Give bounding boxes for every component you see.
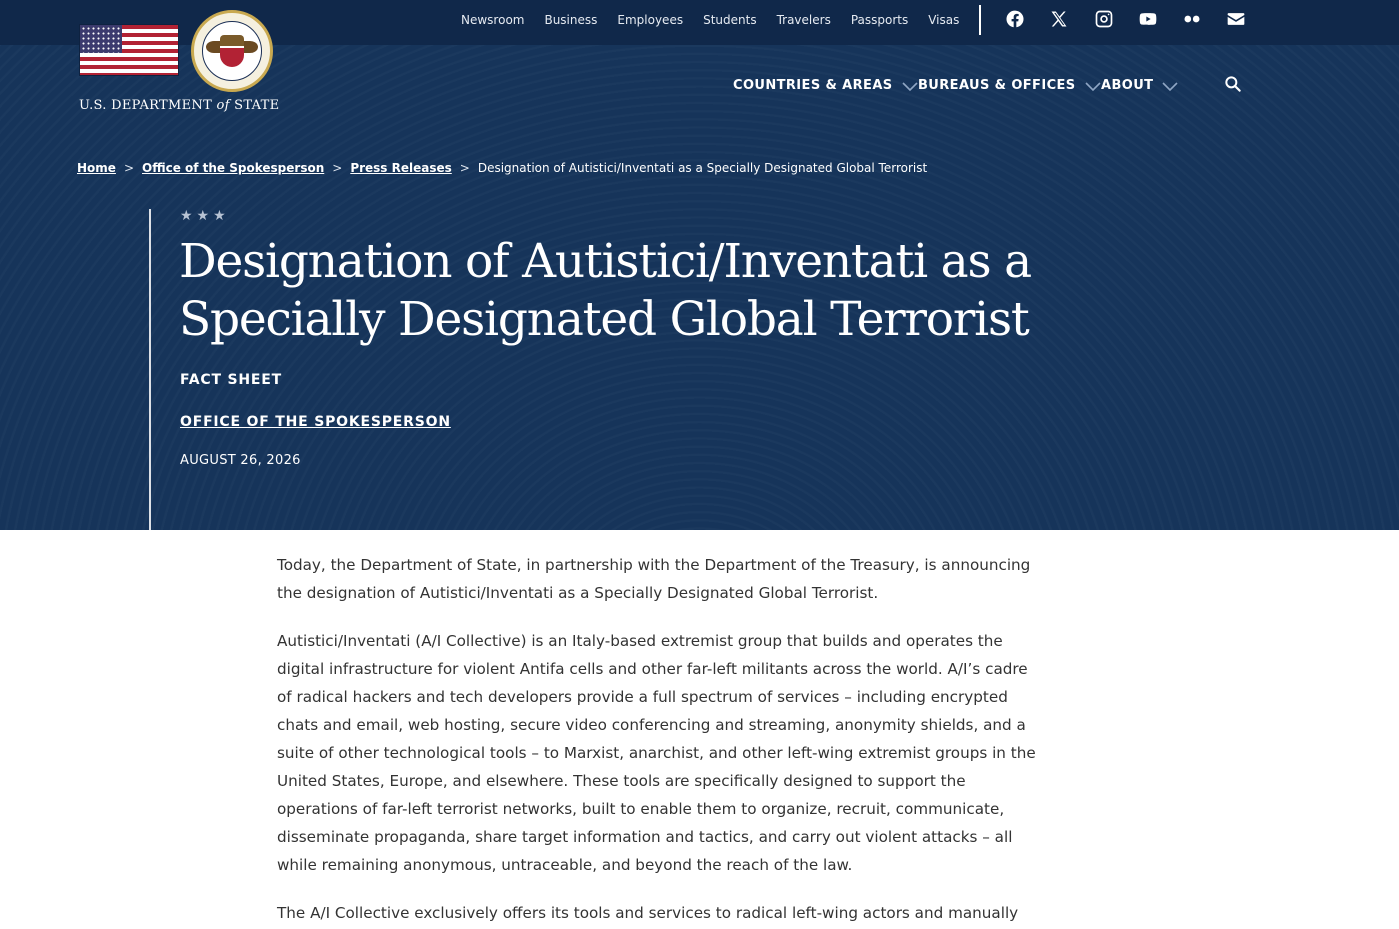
flickr-icon[interactable]: [1182, 9, 1202, 29]
document-type: FACT SHEET: [180, 372, 282, 388]
nav-about-label: ABOUT: [1101, 78, 1154, 93]
breadcrumb-separator: >: [123, 161, 134, 175]
email-icon[interactable]: [1226, 9, 1246, 29]
publish-date: AUGUST 26, 2026: [180, 453, 301, 468]
nav-bureaus-offices-label: BUREAUS & OFFICES: [918, 78, 1076, 93]
breadcrumb-home[interactable]: Home: [77, 161, 116, 175]
article-paragraph: Today, the Department of State, in partn…: [277, 556, 1031, 602]
article-body: Today, the Department of State, in partn…: [277, 551, 1037, 929]
x-icon[interactable]: [1049, 9, 1069, 29]
utility-link-business[interactable]: Business: [544, 12, 597, 28]
chevron-down-icon: [1084, 81, 1101, 91]
utility-link-students[interactable]: Students: [703, 12, 757, 28]
search-icon[interactable]: [1223, 74, 1243, 94]
breadcrumb-separator: >: [332, 161, 343, 175]
utility-link-passports[interactable]: Passports: [851, 12, 908, 28]
utility-link-visas[interactable]: Visas: [928, 12, 959, 28]
department-seal-icon: [191, 10, 273, 92]
breadcrumb-separator: >: [459, 161, 470, 175]
logo-text-suffix: STATE: [234, 98, 280, 113]
facebook-icon[interactable]: [1005, 9, 1025, 29]
logo-text-prefix: U.S. DEPARTMENT: [79, 98, 213, 113]
stars-icon: ★★★: [180, 208, 230, 224]
utility-link-travelers[interactable]: Travelers: [777, 12, 831, 28]
utility-nav: Newsroom Business Employees Students Tra…: [461, 12, 979, 28]
instagram-icon[interactable]: [1094, 9, 1114, 29]
nav-bureaus-offices[interactable]: BUREAUS & OFFICES: [918, 78, 1101, 93]
nav-countries-areas[interactable]: COUNTRIES & AREAS: [733, 78, 918, 93]
breadcrumb-current: Designation of Autistici/Inventati as a …: [477, 161, 928, 175]
breadcrumb: Home > Office of the Spokesperson > Pres…: [77, 161, 927, 175]
office-link[interactable]: OFFICE OF THE SPOKESPERSON: [180, 414, 451, 430]
chevron-down-icon: [901, 81, 918, 91]
page-title: Designation of Autistici/Inventati as a …: [179, 234, 1032, 347]
nav-about[interactable]: ABOUT: [1101, 78, 1179, 93]
title-accent-rule: [149, 209, 151, 530]
nav-countries-areas-label: COUNTRIES & AREAS: [733, 78, 893, 93]
us-flag-icon: [79, 24, 179, 76]
utility-link-newsroom[interactable]: Newsroom: [461, 12, 524, 28]
utility-divider: [979, 5, 981, 35]
breadcrumb-press-releases[interactable]: Press Releases: [350, 161, 451, 175]
site-logo[interactable]: U.S. DEPARTMENT of STATE: [79, 10, 279, 118]
logo-wordmark: U.S. DEPARTMENT of STATE: [79, 98, 279, 113]
article-paragraph: Autistici/Inventati (A/I Collective) is …: [277, 632, 1036, 874]
logo-text-of: of: [216, 98, 230, 113]
chevron-down-icon: [1162, 81, 1179, 91]
breadcrumb-office-spokesperson[interactable]: Office of the Spokesperson: [142, 161, 324, 175]
article-paragraph: The A/I Collective exclusively offers it…: [277, 904, 1019, 922]
utility-link-employees[interactable]: Employees: [617, 12, 683, 28]
hero-banner: U.S. DEPARTMENT of STATE Newsroom Busine…: [0, 0, 1399, 530]
youtube-icon[interactable]: [1138, 9, 1158, 29]
